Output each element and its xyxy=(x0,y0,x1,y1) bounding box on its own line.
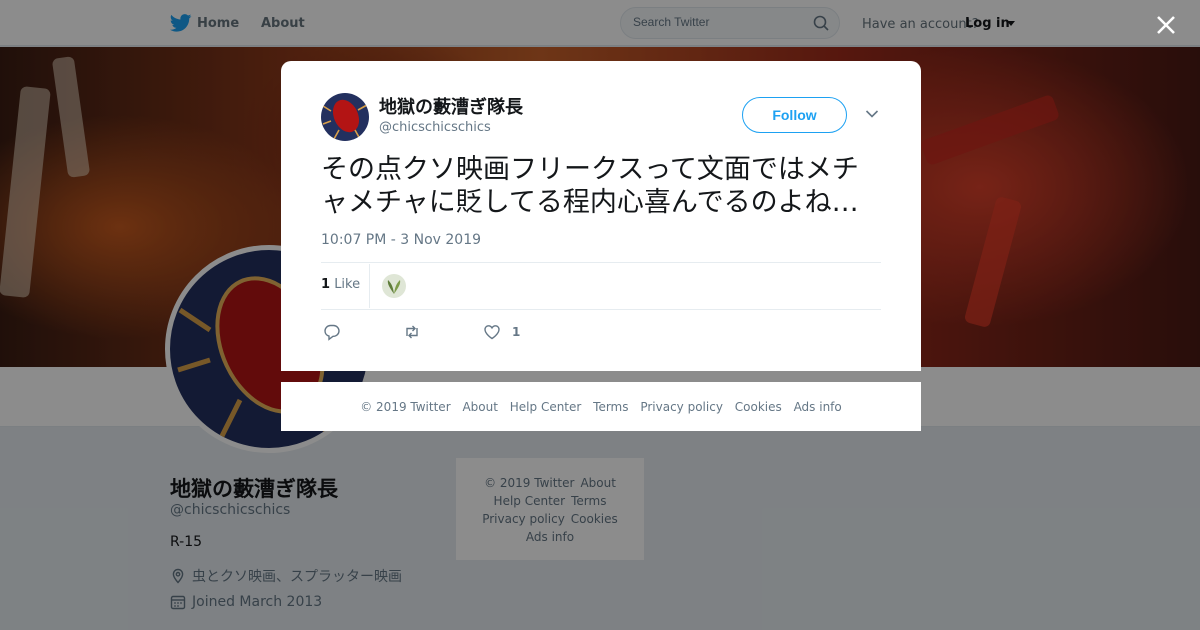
tweet-text-line-1: その点クソ映画フリークスって文面ではメチ xyxy=(321,154,859,185)
retweet-icon[interactable] xyxy=(403,323,421,341)
tweet-author-name[interactable]: 地獄の藪漕ぎ隊長 xyxy=(379,93,523,119)
modal-footer-ads-link[interactable]: Ads info xyxy=(794,400,842,414)
reply-action[interactable] xyxy=(323,323,341,341)
stats-vertical-divider xyxy=(369,264,370,308)
follow-button[interactable]: Follow xyxy=(742,97,847,133)
tweet-timestamp[interactable]: 10:07 PM - 3 Nov 2019 xyxy=(321,232,481,248)
tweet-author-handle[interactable]: @chicschicschics xyxy=(379,120,491,135)
like-action[interactable]: 1 xyxy=(483,323,520,341)
modal-footer-copyright: © 2019 Twitter xyxy=(360,400,451,414)
likes-stat[interactable]: 1 Like xyxy=(321,277,360,292)
modal-footer-help-link[interactable]: Help Center xyxy=(510,400,582,414)
retweet-action[interactable] xyxy=(403,323,421,341)
modal-footer: © 2019 Twitter About Help Center Terms P… xyxy=(281,382,921,431)
close-icon[interactable] xyxy=(1153,12,1179,38)
likes-stat-number: 1 xyxy=(321,277,331,292)
likes-stat-label: Like xyxy=(334,277,361,292)
liker-avatar[interactable] xyxy=(382,274,406,298)
tweet-text-line-2: ャメチャに貶してる程内心喜んでるのよね… xyxy=(321,187,859,218)
modal-footer-terms-link[interactable]: Terms xyxy=(593,400,628,414)
author-avatar[interactable] xyxy=(321,93,369,141)
tweet-permalink-modal: 地獄の藪漕ぎ隊長 @chicschicschics Follow その点クソ映画… xyxy=(281,61,921,371)
tweet-text: その点クソ映画フリークスって文面ではメチ ャメチャに貶してる程内心喜んでるのよね… xyxy=(321,153,881,219)
stats-divider-bottom xyxy=(321,309,881,310)
like-action-count: 1 xyxy=(512,325,521,339)
modal-footer-privacy-link[interactable]: Privacy policy xyxy=(640,400,723,414)
heart-icon[interactable] xyxy=(483,323,501,341)
stats-divider-top xyxy=(321,262,881,263)
modal-footer-cookies-link[interactable]: Cookies xyxy=(735,400,782,414)
modal-footer-about-link[interactable]: About xyxy=(462,400,497,414)
chevron-down-icon[interactable] xyxy=(865,109,879,119)
reply-icon[interactable] xyxy=(323,323,341,341)
